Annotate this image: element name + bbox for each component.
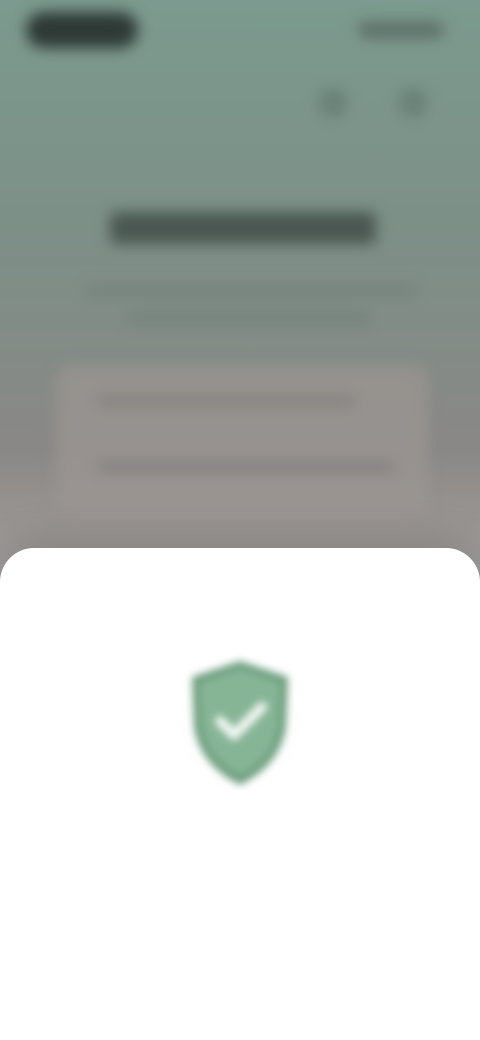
toolbar-icon-placeholder <box>318 88 348 118</box>
toolbar-icon-placeholder <box>398 88 428 118</box>
status-bar-right-placeholder <box>358 22 444 38</box>
bottom-sheet <box>0 548 480 1040</box>
background-text-placeholder <box>126 312 372 322</box>
shield-check-icon <box>164 646 316 798</box>
status-bar-left-placeholder <box>26 12 138 48</box>
background-text-placeholder <box>86 286 416 296</box>
background-title-placeholder <box>110 212 376 244</box>
blurred-background-screen <box>0 0 480 600</box>
background-card-placeholder <box>56 366 428 526</box>
background-card-line-placeholder <box>96 462 396 472</box>
background-card-line-placeholder <box>96 396 356 406</box>
